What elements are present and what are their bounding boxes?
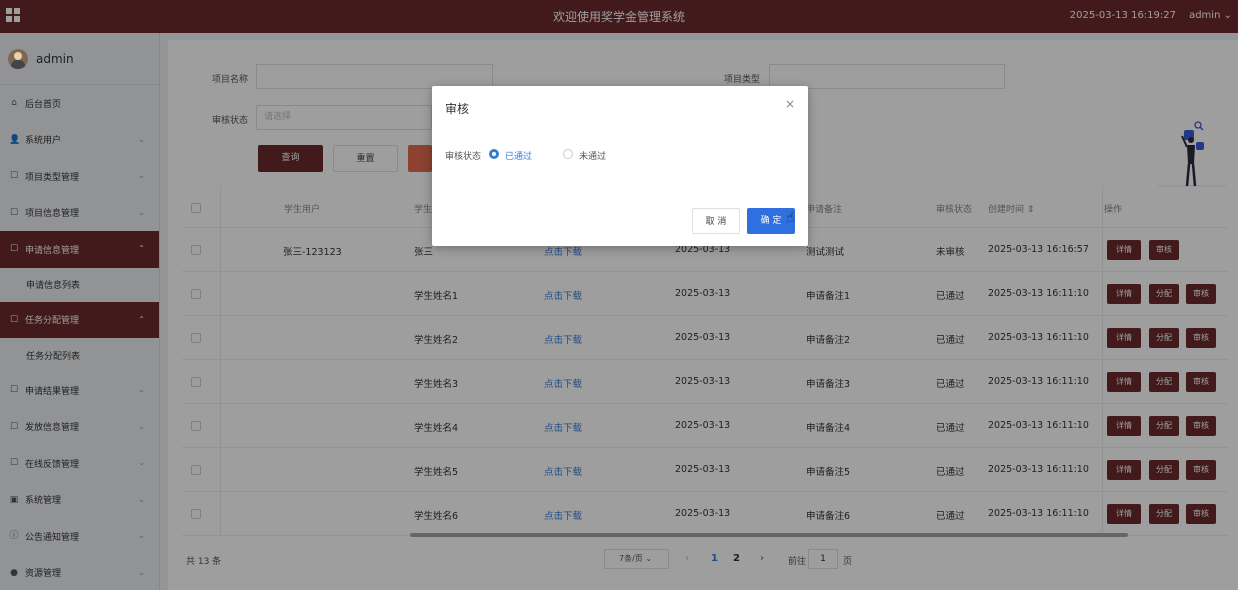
cancel-button[interactable]: 取 消	[692, 208, 740, 234]
approved-radio[interactable]	[489, 149, 499, 159]
audit-dialog: 审核 × 审核状态 已通过 未通过 取 消 确 定	[432, 86, 808, 246]
dialog-title: 审核	[445, 102, 470, 116]
approved-radio-label[interactable]: 已通过	[505, 149, 532, 162]
hand-cursor-icon: ☝	[786, 210, 795, 226]
rejected-radio-label[interactable]: 未通过	[579, 149, 606, 162]
rejected-radio[interactable]	[563, 149, 573, 159]
audit-status-label: 审核状态	[445, 152, 482, 162]
close-icon[interactable]: ×	[785, 97, 795, 111]
